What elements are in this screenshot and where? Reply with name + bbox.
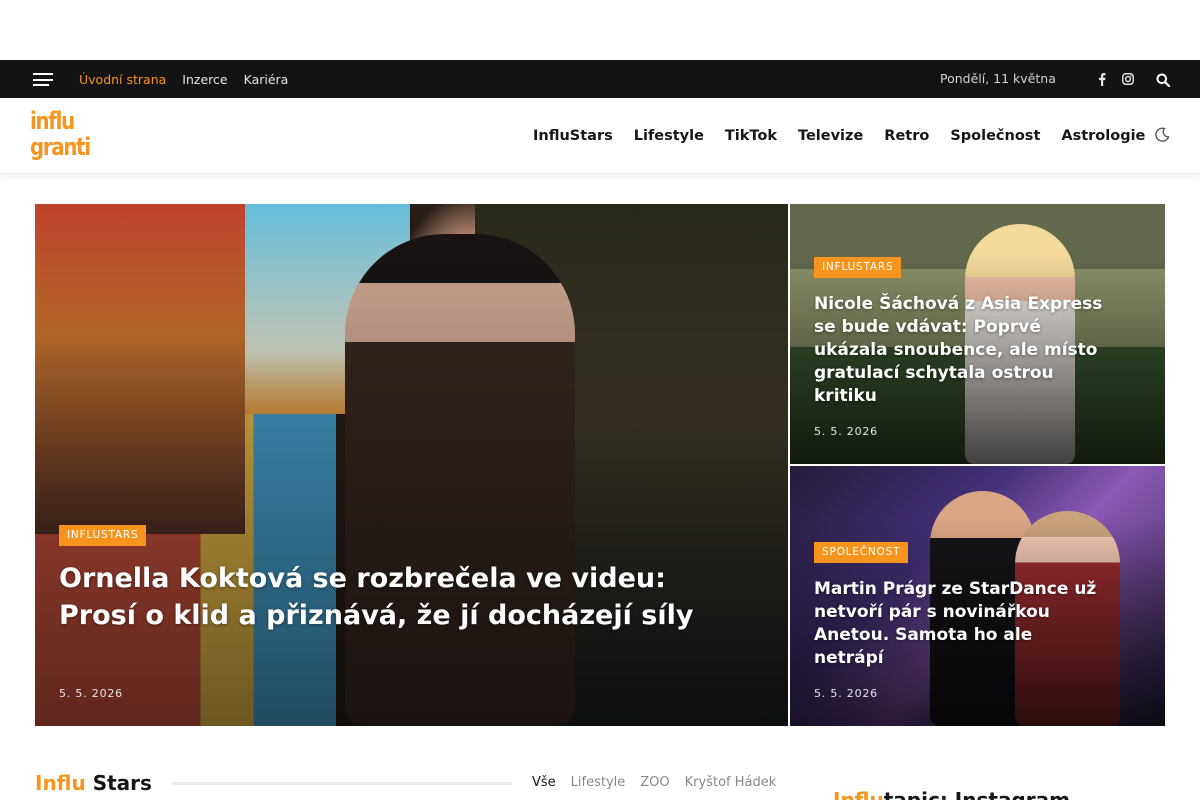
sidebar-title: Influtapic: Instagram [833, 788, 1070, 800]
article-title[interactable]: Martin Prágr ze StarDance už netvoří pár… [814, 578, 1104, 670]
social-links [1096, 60, 1134, 98]
site-logo[interactable]: influ granti [30, 108, 100, 164]
menu-hamburger-icon[interactable] [33, 73, 53, 86]
current-date: Pondělí, 11 května [940, 71, 1056, 86]
nav-item-tiktok[interactable]: TikTok [725, 128, 777, 144]
top-links: Úvodní strana Inzerce Kariéra [79, 60, 288, 98]
top-link-kariera[interactable]: Kariéra [244, 72, 289, 87]
ad-space [0, 0, 1200, 60]
top-bar: Úvodní strana Inzerce Kariéra Pondělí, 1… [0, 60, 1200, 98]
filter-krystof-hadek[interactable]: Kryštof Hádek [685, 775, 777, 790]
section-filters: Vše Lifestyle ZOO Kryštof Hádek [532, 775, 776, 790]
article-date: 5. 5. 2026 [59, 687, 123, 700]
section-title-accent: Influ [35, 771, 86, 795]
top-link-inzerce[interactable]: Inzerce [182, 72, 227, 87]
instagram-icon[interactable] [1122, 72, 1134, 86]
article-date: 5. 5. 2026 [814, 425, 878, 438]
category-badge[interactable]: INFLUSTARS [59, 525, 147, 546]
category-badge[interactable]: SPOLEČNOST [814, 542, 909, 563]
category-badge[interactable]: INFLUSTARS [814, 257, 902, 278]
main-header: influ granti InfluStars Lifestyle TikTok… [0, 98, 1200, 174]
article-title[interactable]: Nicole Šáchová z Asia Express se bude vd… [814, 293, 1114, 408]
logo-line-2: granti [30, 133, 91, 161]
filter-all[interactable]: Vše [532, 775, 556, 790]
filter-zoo[interactable]: ZOO [640, 775, 669, 790]
featured-article-main[interactable]: INFLUSTARS Ornella Koktová se rozbrečela… [35, 204, 788, 726]
facebook-icon[interactable] [1096, 72, 1108, 86]
nav-item-spolecnost[interactable]: Společnost [950, 128, 1040, 144]
featured-article-side-2[interactable]: SPOLEČNOST Martin Prágr ze StarDance už … [790, 466, 1165, 726]
section-title: Influ Stars [35, 771, 152, 795]
filter-lifestyle[interactable]: Lifestyle [571, 775, 626, 790]
nav-item-retro[interactable]: Retro [884, 128, 929, 144]
sidebar-title-rest: tapic: Instagram [883, 788, 1070, 800]
sidebar-title-accent: Influ [833, 788, 884, 800]
top-link-home[interactable]: Úvodní strana [79, 72, 166, 87]
featured-article-side-1[interactable]: INFLUSTARS Nicole Šáchová z Asia Express… [790, 204, 1165, 464]
nav-item-televize[interactable]: Televize [798, 128, 863, 144]
main-nav: InfluStars Lifestyle TikTok Televize Ret… [533, 98, 1145, 174]
search-icon[interactable] [1156, 72, 1171, 88]
nav-item-lifestyle[interactable]: Lifestyle [634, 128, 704, 144]
article-date: 5. 5. 2026 [814, 687, 878, 700]
nav-item-influstars[interactable]: InfluStars [533, 128, 613, 144]
nav-item-astrologie[interactable]: Astrologie [1061, 128, 1145, 144]
logo-line-1: influ [30, 107, 75, 135]
article-title[interactable]: Ornella Koktová se rozbrečela ve videu: … [59, 560, 739, 634]
section-divider [172, 782, 512, 785]
section-title-rest: Stars [85, 771, 152, 795]
dark-mode-toggle-icon[interactable] [1154, 127, 1170, 143]
